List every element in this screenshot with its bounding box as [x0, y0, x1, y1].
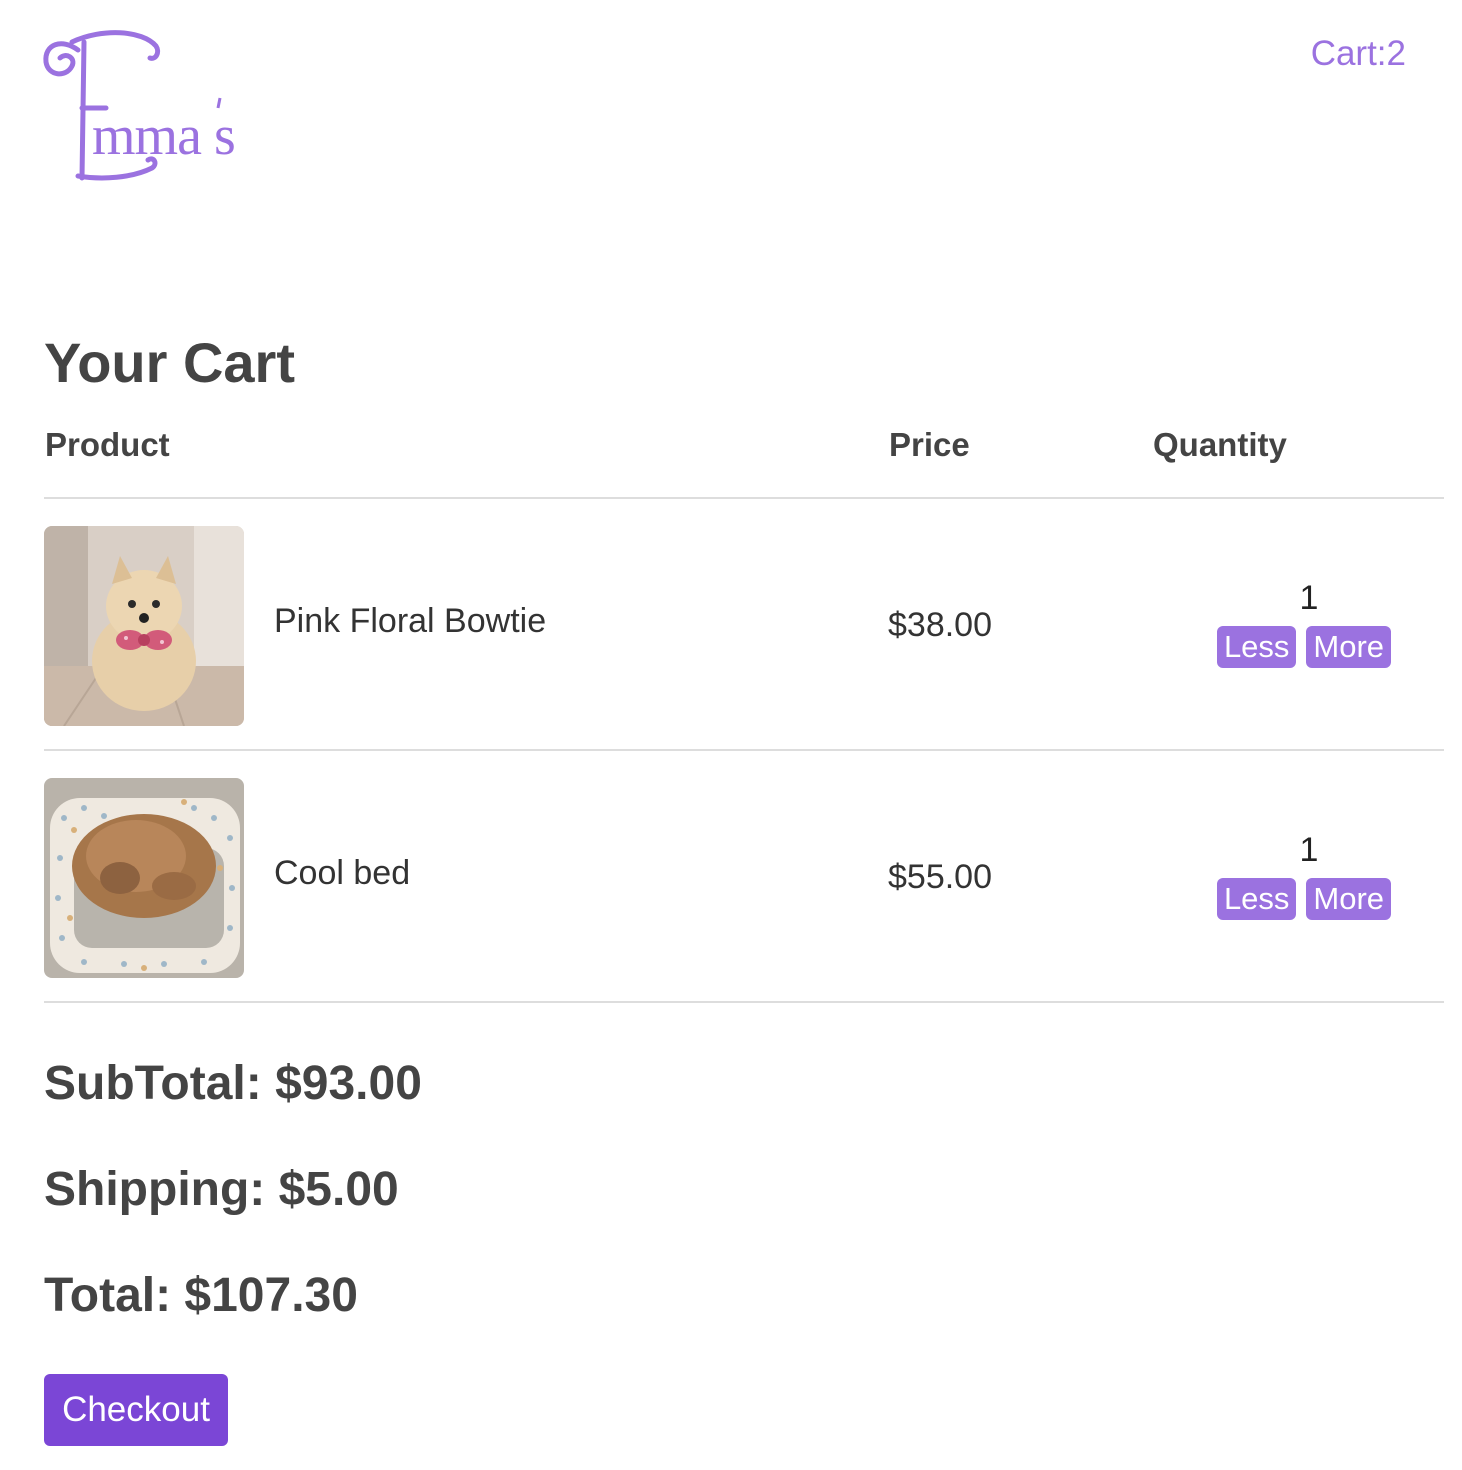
quantity-buttons: Less More	[1214, 626, 1394, 668]
emmas-logo[interactable]: mma s	[42, 28, 252, 188]
column-header-quantity: Quantity	[1153, 426, 1287, 463]
product-name: Pink Floral Bowtie	[274, 602, 547, 640]
divider	[44, 749, 1444, 751]
more-button[interactable]: More	[1306, 626, 1392, 668]
quantity-control: 1 Less More	[1214, 578, 1394, 668]
total: Total: $107.30	[44, 1269, 358, 1322]
divider	[44, 497, 1444, 499]
divider	[44, 1001, 1444, 1003]
site-header: mma s Cart:2	[0, 0, 1462, 200]
product-image-bed	[44, 778, 244, 978]
page-title: Your Cart	[44, 331, 295, 394]
cart-item-row: Pink Floral Bowtie $38.00 1 Less More	[44, 526, 1444, 726]
quantity-value: 1	[1299, 831, 1319, 869]
cart-item-row: Cool bed $55.00 1 Less More	[44, 778, 1444, 978]
shipping: Shipping: $5.00	[44, 1163, 399, 1216]
logo-image: mma s	[43, 30, 236, 181]
product-name: Cool bed	[274, 854, 411, 892]
product-price: $55.00	[888, 858, 992, 896]
more-button[interactable]: More	[1306, 878, 1392, 920]
quantity-buttons: Less More	[1214, 878, 1394, 920]
product-image-bowtie	[44, 526, 244, 726]
quantity-value: 1	[1299, 579, 1319, 617]
svg-text:s: s	[214, 105, 236, 167]
column-header-price: Price	[889, 426, 970, 463]
product-price: $38.00	[888, 606, 992, 644]
less-button[interactable]: Less	[1216, 878, 1297, 920]
svg-text:mma: mma	[92, 105, 202, 167]
checkout-button[interactable]: Checkout	[44, 1374, 228, 1446]
subtotal: SubTotal: $93.00	[44, 1057, 422, 1110]
less-button[interactable]: Less	[1216, 626, 1297, 668]
column-header-product: Product	[45, 426, 170, 463]
quantity-control: 1 Less More	[1214, 830, 1394, 920]
cart-link[interactable]: Cart:2	[1311, 34, 1406, 74]
